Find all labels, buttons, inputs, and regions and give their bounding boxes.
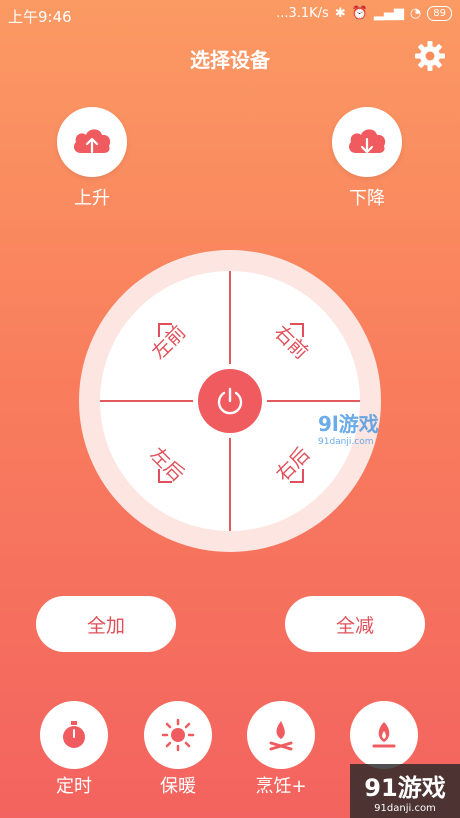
fire-button[interactable] [350, 701, 418, 769]
watermark-badge: 91游戏 91danji.com [350, 764, 460, 818]
back-right-label: 右后 [271, 442, 315, 486]
status-icons: ...3.1K/s ✱ ⏰ ▂▄▆ ◔ 89 [276, 6, 452, 21]
front-right-label: 右前 [269, 320, 313, 364]
status-time: 上午9:46 [8, 8, 72, 26]
raise-button[interactable] [57, 107, 127, 177]
stopwatch-icon [63, 721, 85, 748]
power-button[interactable] [193, 364, 267, 438]
keep-warm-label: 保暖 [160, 776, 196, 797]
page-title[interactable]: 选择设备 [0, 44, 460, 73]
wifi-icon: ◔ [409, 6, 422, 21]
cloud-upload-icon [73, 129, 111, 154]
cook-label: 烹饪+ [255, 776, 307, 797]
watermark-logo: 9l游戏 91danji.com [318, 408, 379, 447]
timer-button[interactable] [40, 701, 108, 769]
power-icon [217, 387, 243, 415]
sun-icon [161, 718, 195, 752]
settings-button[interactable] [414, 40, 446, 72]
watermark-site: 91danji.com [374, 803, 436, 814]
back-left-label: 左后 [145, 442, 189, 486]
raise-label: 上升 [74, 188, 110, 209]
keep-warm-button[interactable] [144, 701, 212, 769]
all-reduce-button[interactable]: 全减 [285, 596, 425, 652]
signal-icon: ▂▄▆ [373, 6, 404, 21]
watermark-title: 91游戏 [364, 774, 446, 802]
cook-button[interactable] [247, 701, 315, 769]
campfire-icon [269, 721, 293, 751]
network-speed: ...3.1K/s [276, 6, 329, 21]
watermark-url: 91danji.com [318, 437, 374, 447]
all-add-button[interactable]: 全加 [36, 596, 176, 652]
alarm-icon: ⏰ [351, 6, 368, 21]
battery-indicator: 89 [427, 6, 452, 21]
lower-label: 下降 [349, 188, 385, 209]
power-button-face [198, 369, 262, 433]
front-left-label: 左前 [147, 320, 191, 364]
lower-button[interactable] [332, 107, 402, 177]
timer-label: 定时 [56, 776, 92, 797]
status-bar: 上午9:46 ...3.1K/s ✱ ⏰ ▂▄▆ ◔ 89 [0, 0, 460, 30]
bluetooth-icon: ✱ [334, 6, 346, 21]
cloud-download-icon [348, 129, 386, 154]
flame-icon [372, 722, 396, 748]
watermark-brand: 9l游戏 [318, 412, 379, 436]
gear-icon [415, 41, 445, 71]
